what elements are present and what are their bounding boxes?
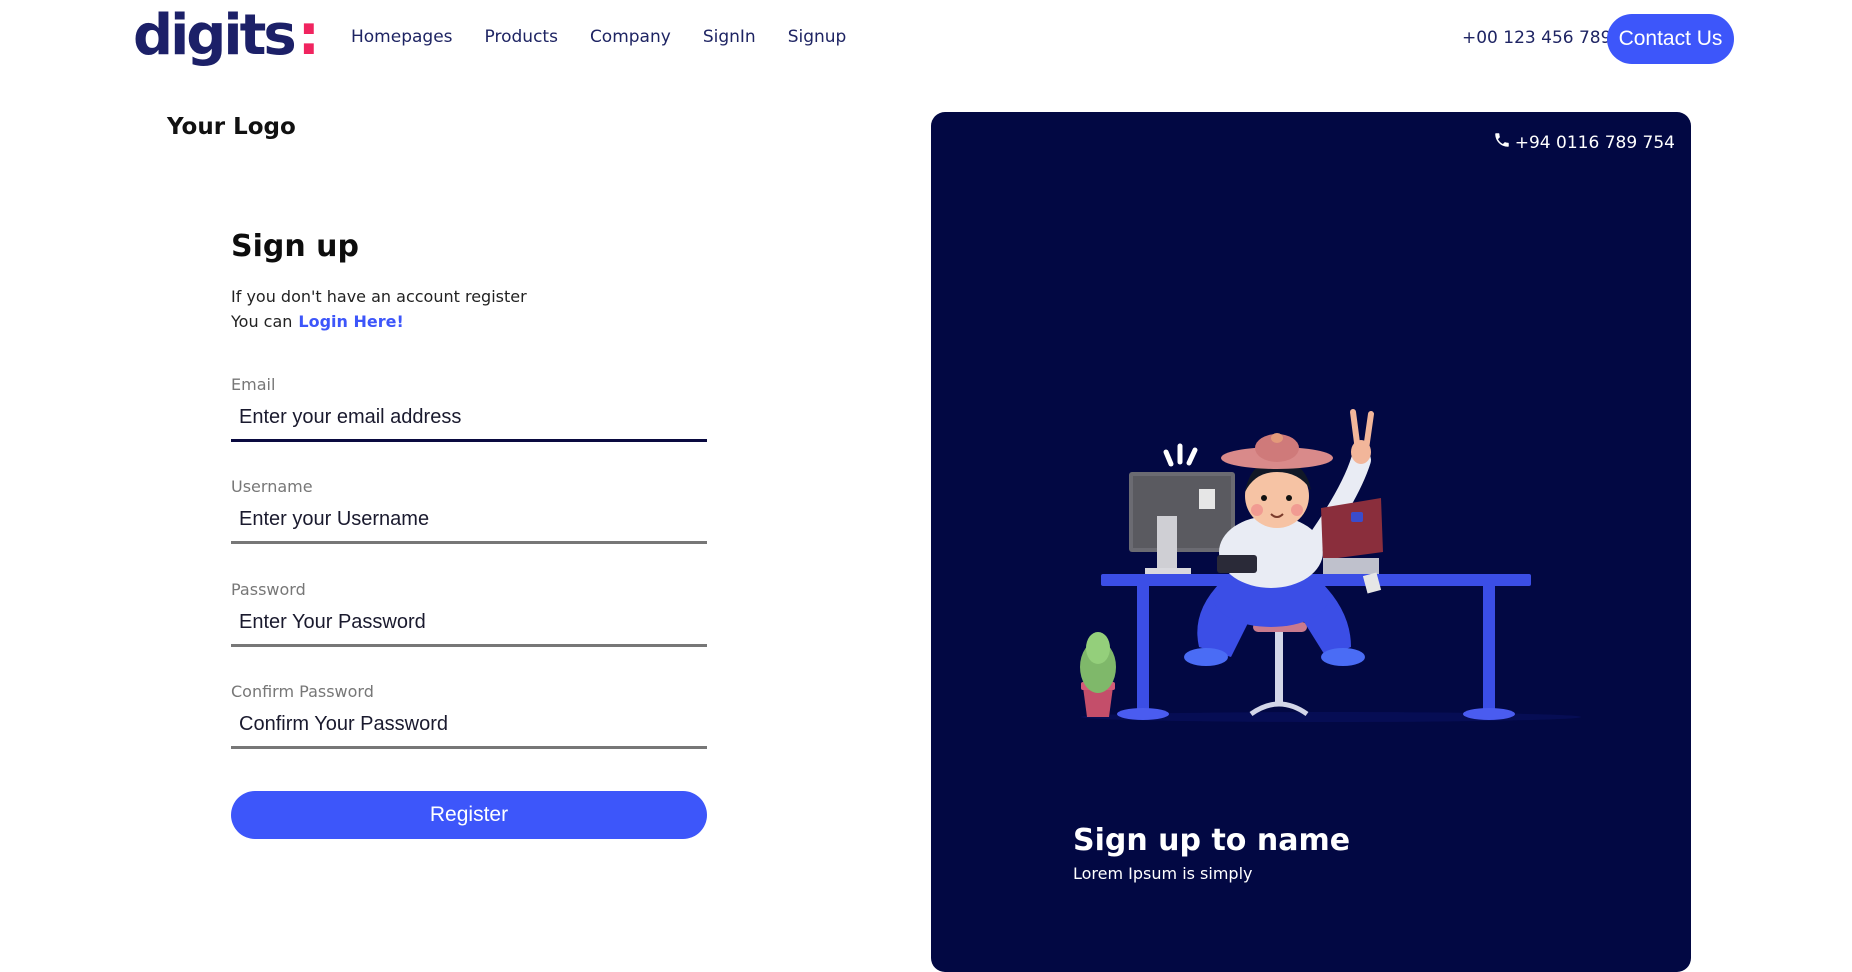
email-field[interactable] — [231, 404, 707, 442]
username-label: Username — [231, 477, 313, 496]
contact-us-button[interactable]: Contact Us — [1607, 14, 1734, 64]
chair-illustration — [1249, 622, 1309, 717]
subtitle-line: If you don't have an account register — [231, 287, 527, 306]
panel-subtitle: Lorem Ipsum is simply — [1073, 864, 1253, 883]
register-button[interactable]: Register — [231, 791, 707, 839]
password-field[interactable] — [231, 609, 707, 647]
username-field-group: Username — [231, 477, 707, 544]
confirm-password-field-group: Confirm Password — [231, 682, 707, 749]
login-link[interactable]: Login Here! — [298, 312, 403, 331]
promo-panel: +94 0116 789 754 Sign up to name Lorem I… — [931, 112, 1691, 972]
confirm-password-label: Confirm Password — [231, 682, 374, 701]
email-label: Email — [231, 375, 276, 394]
password-field-group: Password — [231, 580, 707, 647]
panel-title: Sign up to name — [1073, 823, 1351, 858]
login-prompt-text: You can — [231, 312, 293, 331]
confirm-password-field[interactable] — [231, 711, 707, 749]
brand-accent: : — [297, 3, 321, 68]
form-logo: Your Logo — [167, 114, 296, 140]
password-label: Password — [231, 580, 306, 599]
main-nav: Homepages Products Company SignIn Signup — [351, 27, 878, 47]
brand-logo[interactable]: digits: — [133, 4, 320, 68]
login-prompt: You can Login Here! — [231, 312, 404, 331]
email-field-group: Email — [231, 375, 707, 442]
header-phone: +00 123 456 789 — [1462, 28, 1612, 48]
username-field[interactable] — [231, 506, 707, 544]
nav-link-signin[interactable]: SignIn — [703, 27, 756, 47]
nav-link-products[interactable]: Products — [485, 27, 558, 47]
plant-illustration — [1080, 632, 1116, 717]
brand-name: digits — [133, 3, 297, 68]
nav-link-signup[interactable]: Signup — [788, 27, 847, 47]
nav-link-company[interactable]: Company — [590, 27, 671, 47]
page-title: Sign up — [231, 229, 359, 264]
nav-link-homepages[interactable]: Homepages — [351, 27, 453, 47]
